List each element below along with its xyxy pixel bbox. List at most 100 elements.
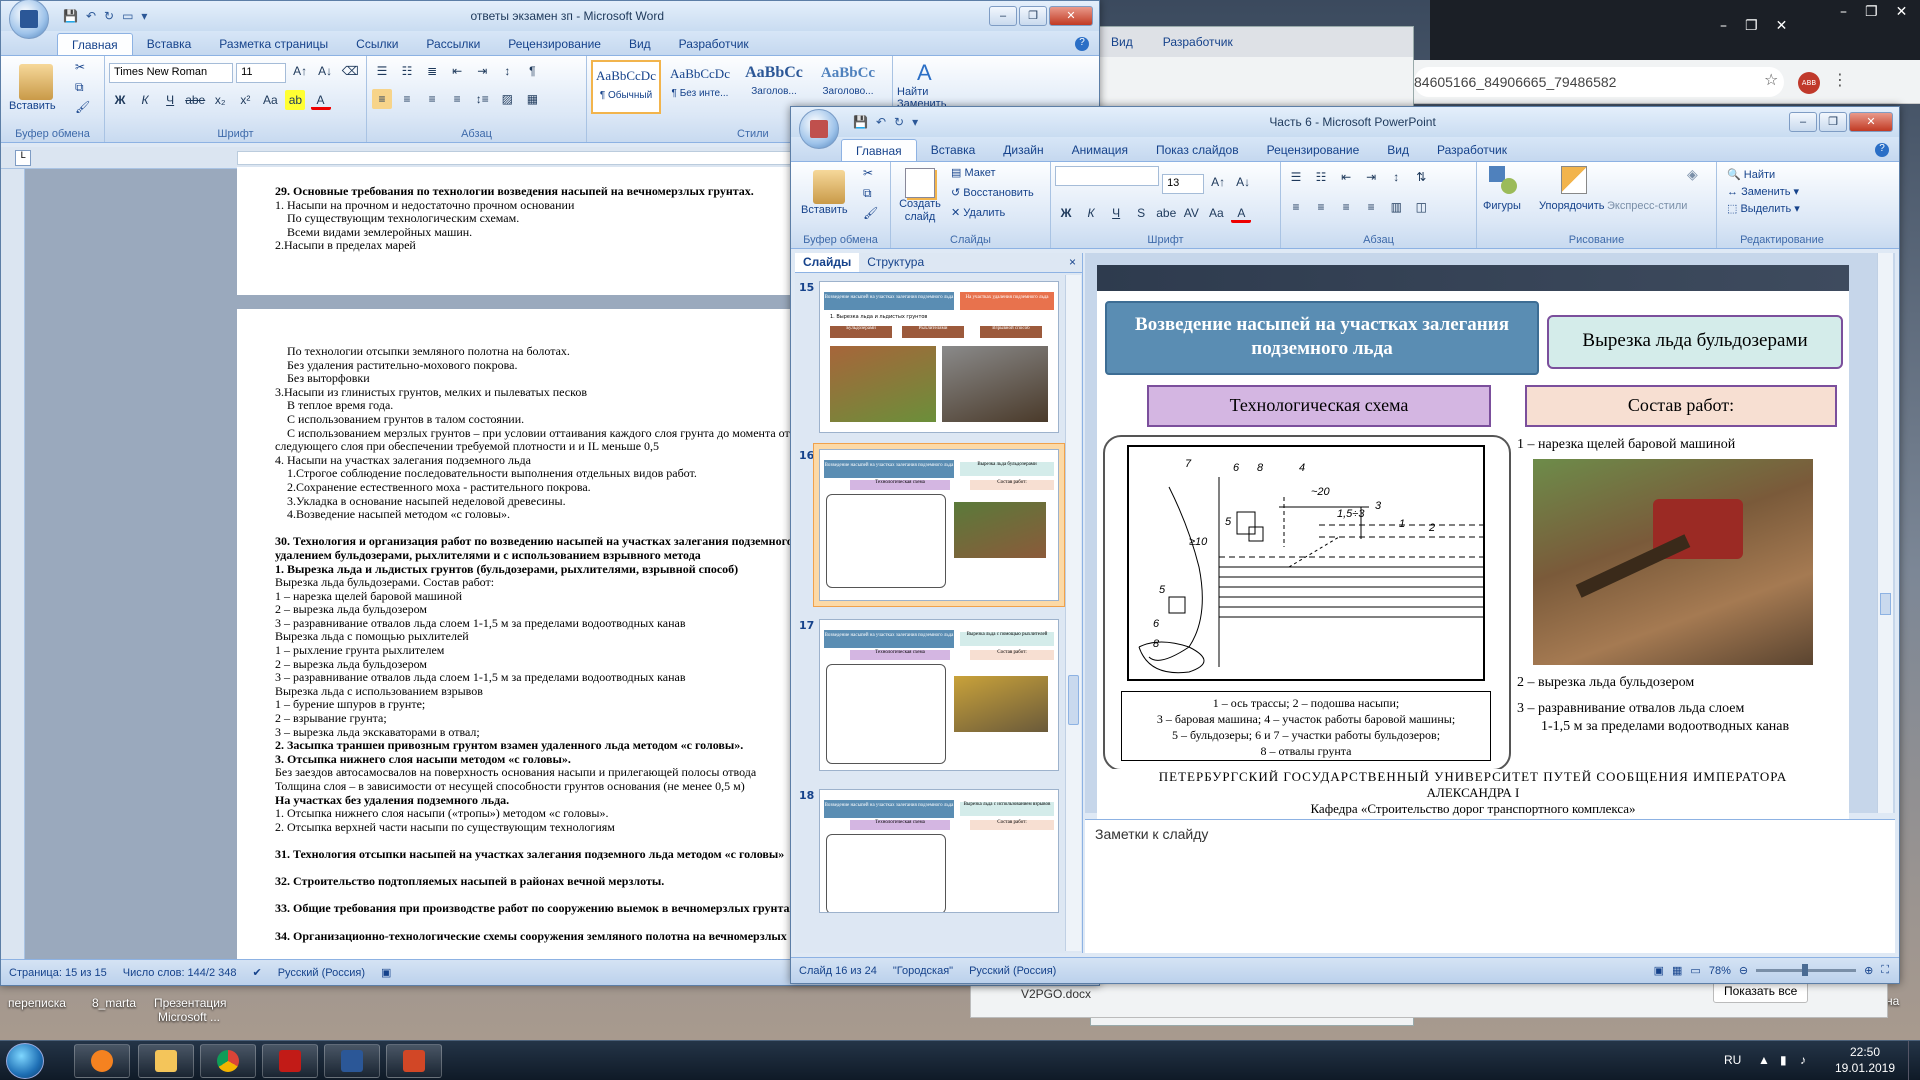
tab-outline[interactable]: Структура	[859, 253, 932, 272]
document-line[interactable]: 1. Насыпи на прочном и недостаточно проч…	[275, 199, 754, 213]
slide-thumb-18[interactable]: Возведение насыпей на участках залегания…	[819, 789, 1059, 913]
document-line[interactable]: 32. Строительство подтопляемых насыпей в…	[275, 875, 802, 889]
font-name-select[interactable]	[1055, 166, 1159, 186]
tab-review[interactable]: Рецензирование	[494, 33, 615, 55]
maximize-button[interactable]: ❐	[1019, 6, 1047, 26]
format-icon[interactable]: ▭	[122, 9, 133, 23]
document-line[interactable]: 3 – вырезка льда экскаваторами в отвал;	[275, 726, 802, 740]
slide-counter[interactable]: Слайд 16 из 24	[799, 965, 877, 977]
normal-view-icon[interactable]: ▣	[1654, 964, 1664, 977]
numbering-icon[interactable]: ☷	[1311, 167, 1331, 187]
tab-mailings[interactable]: Рассылки	[412, 33, 494, 55]
document-line[interactable]: 2. Засыпка траншеи привозным грунтом вза…	[275, 739, 802, 753]
document-line[interactable]: 1 – нарезка щелей баровой машиной	[275, 590, 802, 604]
slide-title[interactable]: Возведение насыпей на участках залегания…	[1105, 301, 1539, 375]
font-size-select[interactable]: 13	[1162, 174, 1205, 194]
font-size-select[interactable]: 11	[236, 63, 287, 83]
network-icon[interactable]: ▮	[1780, 1053, 1787, 1067]
subscript-icon[interactable]: x₂	[210, 90, 230, 110]
format-painter-icon[interactable]: 🖌	[863, 206, 878, 220]
document-line[interactable]: 33. Общие требования при производстве ра…	[275, 902, 802, 916]
sort-icon[interactable]: ↕	[497, 61, 517, 81]
document-line[interactable]: 1.Строгое соблюдение последовательности …	[275, 467, 802, 481]
right-header[interactable]: Состав работ:	[1525, 385, 1837, 427]
highlight-icon[interactable]: ab	[285, 90, 306, 110]
document-line[interactable]: 3.Укладка в основание насыпей неделовой …	[275, 495, 802, 509]
save-icon[interactable]: 💾	[63, 9, 78, 23]
select-button[interactable]: ⬚ Выделить ▾	[1727, 202, 1843, 215]
underline-icon[interactable]: Ч	[160, 90, 180, 110]
line-spacing-icon[interactable]: ↕≡	[472, 89, 492, 109]
document-line[interactable]: 1 – бурение шпуров в грунте;	[275, 698, 802, 712]
desktop-icon-label[interactable]: Microsoft ...	[158, 1010, 220, 1024]
document-line[interactable]: 2.Насыпи в пределах марей	[275, 239, 754, 253]
spelling-icon[interactable]: ✔	[253, 966, 262, 979]
close-button[interactable]: ✕	[1049, 6, 1093, 26]
document-line[interactable]: Вырезка льда с помощью рыхлителей	[275, 630, 802, 644]
grow-font-icon[interactable]: A↑	[290, 61, 310, 81]
tab-slideshow[interactable]: Показ слайдов	[1142, 139, 1253, 161]
justify-icon[interactable]: ≡	[447, 89, 467, 109]
document-line[interactable]: 3 – разравнивание отвалов льда слоем 1-1…	[275, 671, 802, 685]
document-line[interactable]: С использованием грунтов в талом состоян…	[275, 413, 802, 427]
close-icon[interactable]: ✕	[1776, 18, 1788, 34]
document-line[interactable]: 2. Отсыпка верхней части насыпи по сущес…	[275, 821, 802, 835]
theme-name[interactable]: "Городская"	[893, 965, 953, 977]
bold-icon[interactable]: Ж	[1056, 203, 1076, 223]
document-line[interactable]: 34. Организационно-технологические схемы…	[275, 930, 802, 944]
smartart-icon[interactable]: ◫	[1411, 197, 1431, 217]
bold-icon[interactable]: Ж	[110, 90, 130, 110]
download-file[interactable]: V2PGO.docx	[1021, 987, 1091, 1001]
delete-slide-button[interactable]: ✕ Удалить	[951, 206, 1005, 219]
document-line[interactable]: следующего слоя при обеспечении требуемо…	[275, 440, 802, 454]
align-right-icon[interactable]: ≡	[422, 89, 442, 109]
notes-placeholder[interactable]: Заметки к слайду	[1085, 820, 1895, 848]
current-slide[interactable]: Возведение насыпей на участках залегания…	[1097, 265, 1849, 791]
strikethrough-icon[interactable]: abe	[1156, 203, 1176, 223]
document-line[interactable]: Без заездов автосамосвалов на поверхност…	[275, 766, 802, 780]
document-line[interactable]: 4.Возведение насыпей методом «с головы».	[275, 508, 802, 522]
page-count[interactable]: Страница: 15 из 15	[9, 967, 107, 979]
media-player-icon[interactable]	[74, 1044, 130, 1078]
zoom-handle[interactable]	[1802, 964, 1809, 976]
slide-thumb-15[interactable]: Возведение насыпей на участках залегания…	[819, 281, 1059, 433]
document-line[interactable]: 3. Отсыпка нижнего слоя насыпи методом «…	[275, 753, 802, 767]
borders-icon[interactable]: ▦	[522, 89, 542, 109]
document-line[interactable]: 2 – взрывание грунта;	[275, 712, 802, 726]
arrange-icon[interactable]	[1561, 166, 1587, 194]
acrobat-icon[interactable]	[262, 1044, 318, 1078]
cut-icon[interactable]: ✂	[75, 60, 85, 74]
arrange-button[interactable]: Упорядочить	[1539, 200, 1604, 212]
style-no-spacing[interactable]: AaBbCcDc ¶ Без инте...	[665, 60, 735, 114]
document-line[interactable]: 1. Вырезка льда и льдистых грунтов (буль…	[275, 563, 802, 577]
menu-kebab-icon[interactable]: ⋮	[1832, 70, 1848, 89]
slide-scrollbar[interactable]	[1877, 253, 1893, 813]
paste-button[interactable]: Вставить	[9, 100, 56, 112]
format-painter-icon[interactable]: 🖌	[75, 100, 90, 114]
text-direction-icon[interactable]: ⇅	[1411, 167, 1431, 187]
save-icon[interactable]: 💾	[853, 115, 868, 129]
italic-icon[interactable]: К	[1081, 203, 1101, 223]
thumb-scrollbar[interactable]	[1065, 275, 1081, 951]
restore-icon[interactable]: ❐	[1745, 18, 1758, 34]
cut-icon[interactable]: ✂	[863, 166, 873, 180]
office-button[interactable]	[799, 109, 839, 149]
font-color-icon[interactable]: A	[310, 90, 331, 110]
superscript-icon[interactable]: x²	[235, 90, 255, 110]
font-color-icon[interactable]: A	[1231, 203, 1252, 223]
replace-button[interactable]: ↔ Заменить ▾	[1727, 185, 1843, 198]
document-line[interactable]	[275, 889, 802, 903]
copy-icon[interactable]: ⧉	[863, 186, 872, 201]
grow-font-icon[interactable]: A↑	[1208, 172, 1228, 192]
document-line[interactable]: На участках без удаления подземного льда…	[275, 794, 802, 808]
work-step-3-cont[interactable]: 1-1,5 м за пределами водоотводных канав	[1541, 719, 1789, 735]
paste-icon[interactable]	[813, 170, 845, 204]
document-line[interactable]: 3 – разравнивание отвалов льда слоем 1-1…	[275, 617, 802, 631]
columns-icon[interactable]: ▥	[1386, 197, 1406, 217]
tab-developer[interactable]: Разработчик	[665, 33, 763, 55]
align-right-icon[interactable]: ≡	[1336, 197, 1356, 217]
scroll-thumb[interactable]	[1880, 593, 1891, 615]
clock-time[interactable]: 22:50	[1830, 1045, 1900, 1059]
powerpoint-taskbar-icon[interactable]	[386, 1044, 442, 1078]
slide-subtitle[interactable]: Вырезка льда бульдозерами	[1547, 315, 1843, 369]
